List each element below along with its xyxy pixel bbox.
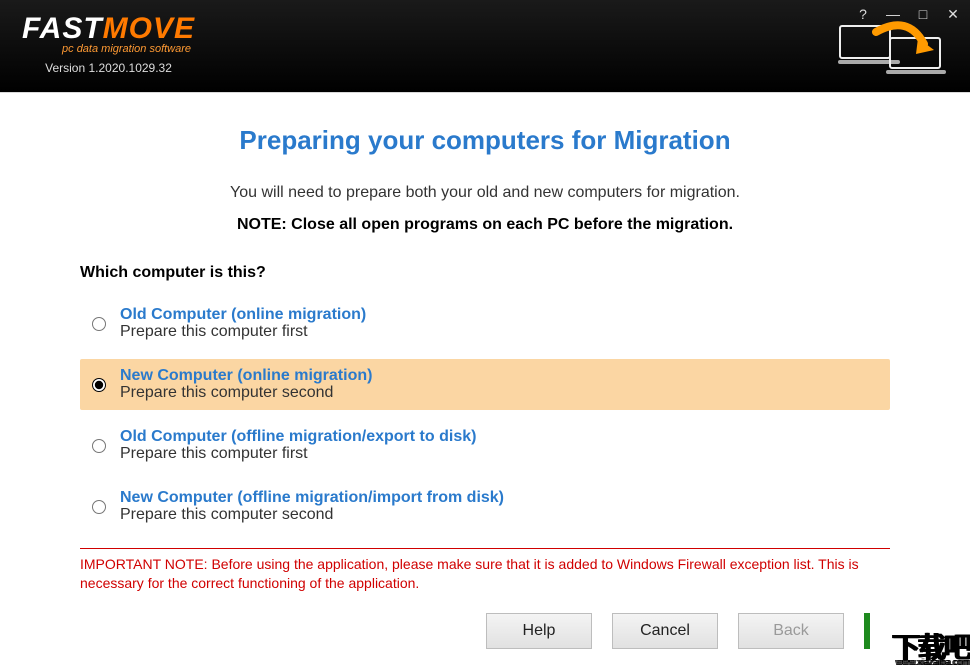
radio-old-online[interactable] [92, 317, 106, 331]
note-text: NOTE: Close all open programs on each PC… [80, 216, 890, 234]
options-group: Old Computer (online migration) Prepare … [80, 298, 890, 532]
option-title: New Computer (online migration) [120, 367, 372, 385]
help-button[interactable]: Help [486, 613, 592, 649]
next-indicator[interactable] [864, 613, 870, 649]
option-sub: Prepare this computer second [120, 506, 504, 524]
window-controls: ? — □ ✕ [854, 6, 962, 24]
firewall-warning: IMPORTANT NOTE: Before using the applica… [80, 555, 890, 593]
option-sub: Prepare this computer first [120, 323, 366, 341]
maximize-icon[interactable]: □ [914, 6, 932, 24]
version-text: Version 1.2020.1029.32 [22, 61, 195, 75]
option-title: Old Computer (offline migration/export t… [120, 428, 476, 446]
close-icon[interactable]: ✕ [944, 6, 962, 24]
option-new-online[interactable]: New Computer (online migration) Prepare … [80, 359, 890, 410]
option-sub: Prepare this computer first [120, 445, 476, 463]
option-title: Old Computer (online migration) [120, 306, 366, 324]
back-button[interactable]: Back [738, 613, 844, 649]
radio-old-offline[interactable] [92, 439, 106, 453]
option-old-offline[interactable]: Old Computer (offline migration/export t… [80, 420, 890, 471]
footer-buttons: Help Cancel Back [80, 599, 890, 667]
minimize-icon[interactable]: — [884, 6, 902, 24]
warning-divider [80, 548, 890, 549]
option-sub: Prepare this computer second [120, 384, 372, 402]
help-icon[interactable]: ? [854, 6, 872, 24]
question-text: Which computer is this? [80, 264, 890, 282]
title-bar: FASTMOVE pc data migration software Vers… [0, 0, 970, 92]
brand-text-fast: FAST [22, 12, 103, 46]
page-title: Preparing your computers for Migration [80, 125, 890, 156]
main-content: Preparing your computers for Migration Y… [0, 93, 970, 667]
option-title: New Computer (offline migration/import f… [120, 489, 504, 507]
brand-block: FASTMOVE pc data migration software Vers… [0, 0, 195, 75]
intro-text: You will need to prepare both your old a… [80, 184, 890, 202]
brand-text-move: MOVE [103, 12, 195, 46]
option-old-online[interactable]: Old Computer (online migration) Prepare … [80, 298, 890, 349]
cancel-button[interactable]: Cancel [612, 613, 718, 649]
radio-new-offline[interactable] [92, 500, 106, 514]
radio-new-online[interactable] [92, 378, 106, 392]
option-new-offline[interactable]: New Computer (offline migration/import f… [80, 481, 890, 532]
migration-icon [838, 20, 946, 78]
